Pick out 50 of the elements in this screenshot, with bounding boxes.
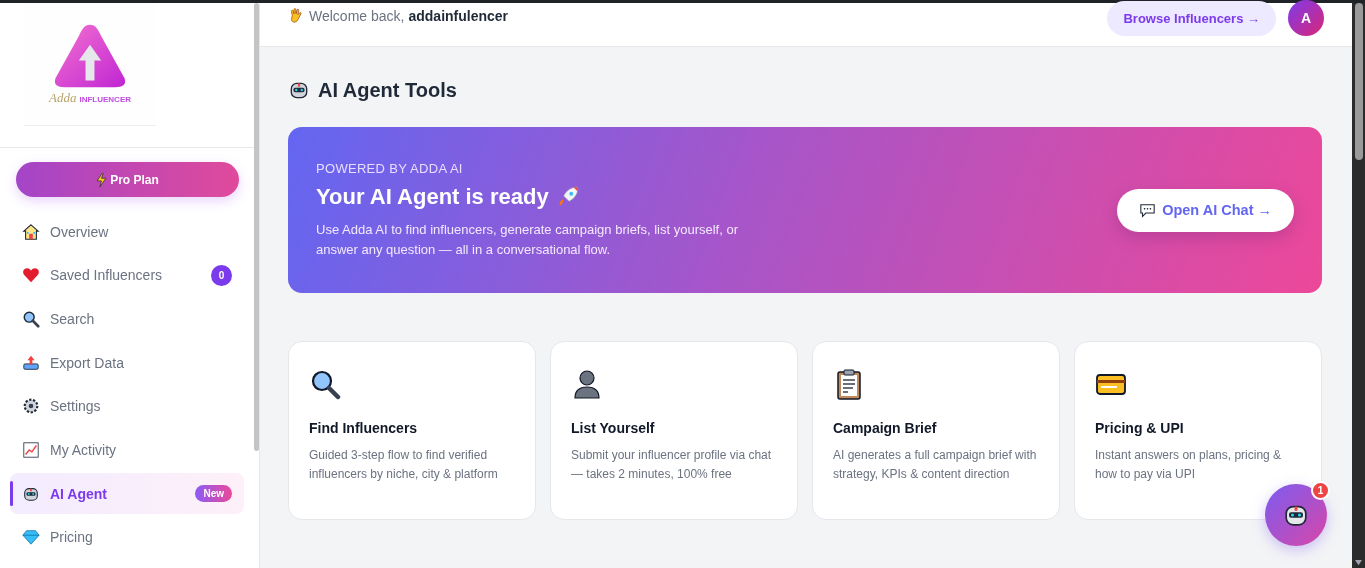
logo-wordmark: INFLUENCER — [79, 95, 131, 104]
chat-bot-button[interactable]: 1 — [1265, 484, 1327, 546]
tool-card[interactable]: Find Influencers Guided 3-step flow to find verified influencers by niche, city & platform — [288, 341, 536, 520]
hero-title: Your AI Agent is ready — [316, 183, 549, 210]
notification-badge: 1 — [1311, 481, 1330, 500]
username: addainfulencer — [408, 7, 509, 24]
scrollbar[interactable] — [254, 3, 259, 451]
upload-icon — [22, 353, 40, 372]
hero-description: Use Adda AI to find influencers, generate campaign briefs, list yourself, or answer any question — all in a conversational flow. — [316, 220, 739, 259]
welcome-text: Welcome back, — [309, 7, 405, 24]
pro-plan-button[interactable]: Pro Plan — [16, 162, 239, 197]
open-ai-chat-button[interactable]: Open AI Chat → — [1117, 188, 1294, 232]
card-title: Find Influencers — [309, 420, 419, 436]
nav-item[interactable]: Export Data — [10, 342, 244, 384]
new-badge: New — [195, 485, 232, 503]
person-icon — [571, 368, 603, 400]
waving-hand-icon — [288, 7, 305, 24]
search-icon — [309, 368, 341, 400]
card-title: List Yourself — [571, 420, 656, 436]
card-description: Submit your influencer profile via chat — takes 2 minutes, 100% free — [571, 447, 773, 483]
nav-item[interactable]: Overview — [10, 211, 244, 252]
nav-item[interactable]: Settings — [10, 385, 244, 427]
nav-item[interactable]: Pricing — [10, 516, 244, 558]
tool-card[interactable]: List Yourself Submit your influencer profile via chat — takes 2 minutes, 100% free — [550, 341, 798, 520]
nav-item[interactable]: My Activity — [10, 429, 244, 471]
house-icon — [22, 222, 40, 241]
gear-icon — [22, 397, 40, 416]
scroll-down-icon[interactable] — [1354, 559, 1363, 566]
scrollbar-thumb[interactable] — [1355, 3, 1363, 160]
eyebrow-text: POWERED BY ADDA AI — [316, 160, 464, 176]
heart-icon — [22, 266, 40, 285]
logo-script-text: Adda — [49, 90, 77, 106]
avatar[interactable]: A — [1288, 0, 1324, 36]
chart-icon — [22, 440, 40, 459]
page-title: AI Agent Tools — [318, 78, 457, 102]
speech-bubble-icon — [1139, 202, 1157, 218]
nav-item[interactable]: Search — [10, 298, 244, 340]
browse-influencers-button[interactable]: Browse Influencers → — [1107, 0, 1276, 36]
tool-card[interactable]: Campaign Brief AI generates a full campaign brief with strategy, KPIs & content direction — [812, 341, 1060, 520]
card-description: Instant answers on plans, pricing & how to pay via UPI — [1095, 447, 1283, 483]
diamond-icon — [22, 528, 40, 547]
card-title: Pricing & UPI — [1095, 420, 1185, 436]
count-badge: 0 — [211, 264, 232, 286]
lightning-icon — [96, 172, 108, 187]
card-title: Campaign Brief — [833, 420, 938, 436]
card-description: Guided 3-step flow to find verified influencers by niche, city & platform — [309, 447, 499, 483]
nav-item[interactable]: AI Agent New — [10, 473, 244, 515]
card-description: AI generates a full campaign brief with strategy, KPIs & content direction — [833, 447, 1038, 483]
nav-item[interactable]: Saved Influencers 0 — [10, 254, 244, 296]
search-icon — [22, 309, 40, 328]
